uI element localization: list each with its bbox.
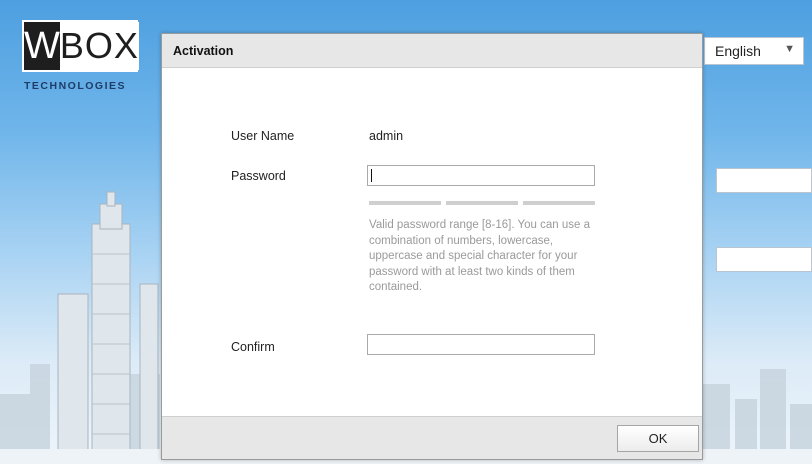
username-label: User Name (231, 129, 295, 143)
login-password-field[interactable] (716, 247, 812, 272)
confirm-password-input[interactable] (367, 334, 595, 355)
password-hint: Valid password range [8-16]. You can use… (369, 219, 590, 293)
text-caret (371, 169, 372, 182)
dialog-title: Activation (173, 44, 234, 58)
password-label: Password (231, 169, 286, 183)
chevron-down-icon: ▼ (784, 43, 795, 55)
username-value: admin (369, 129, 404, 143)
password-strength-segment (369, 201, 441, 205)
password-strength-segment (523, 201, 595, 205)
activation-dialog: Activation User Name admin Password Vali… (161, 33, 703, 460)
confirm-label: Confirm (231, 340, 275, 354)
logo-subtitle: TECHNOLOGIES (24, 80, 127, 92)
dialog-header: Activation (162, 34, 702, 68)
ok-button[interactable]: OK (617, 425, 699, 452)
logo-word: BOX (59, 22, 139, 70)
logo-letter: W (24, 22, 60, 70)
login-username-field[interactable] (716, 168, 812, 193)
password-strength-segment (446, 201, 518, 205)
wbox-logo: W BOX (22, 20, 139, 72)
dialog-footer: OK (162, 416, 702, 459)
language-select-value: English (715, 43, 761, 59)
password-input[interactable] (367, 165, 595, 186)
language-select[interactable]: English ▼ (704, 37, 804, 65)
